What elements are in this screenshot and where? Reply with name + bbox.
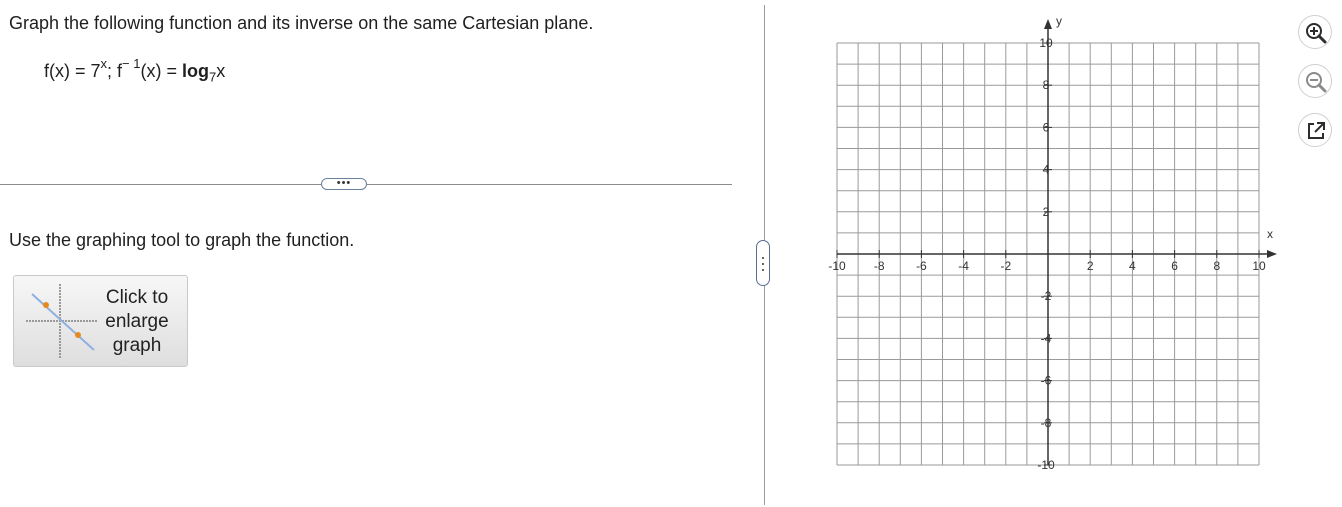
log-word: log bbox=[181, 61, 209, 81]
y-tick-label: -6 bbox=[1041, 374, 1052, 388]
y-tick-label: 2 bbox=[1043, 205, 1050, 219]
zoom-out-icon bbox=[1306, 72, 1327, 93]
zoom-out-button[interactable] bbox=[1298, 64, 1332, 98]
x-tick-label: -10 bbox=[828, 259, 846, 273]
inverse-lhs: (x) = bbox=[140, 61, 182, 81]
y-tick-label: -2 bbox=[1041, 289, 1052, 303]
log-argument: x bbox=[216, 61, 226, 81]
inverse-exponent: − 1 bbox=[122, 56, 141, 71]
x-tick-label: -4 bbox=[958, 259, 969, 273]
y-tick-label: 4 bbox=[1043, 163, 1050, 177]
f-exponent: x bbox=[100, 56, 108, 71]
splitter-handle[interactable] bbox=[756, 240, 770, 286]
x-tick-label: 10 bbox=[1252, 259, 1266, 273]
enlarge-graph-label: Click to enlarge graph bbox=[105, 287, 169, 356]
x-tick-label: -2 bbox=[1000, 259, 1011, 273]
x-tick-label: 6 bbox=[1171, 259, 1178, 273]
instruction-text: Use the graphing tool to graph the funct… bbox=[9, 230, 355, 250]
x-tick-label: 2 bbox=[1087, 259, 1094, 273]
x-axis-arrow bbox=[1267, 250, 1277, 258]
zoom-in-icon bbox=[1306, 23, 1327, 44]
x-tick-label: -6 bbox=[916, 259, 927, 273]
y-tick-label: 8 bbox=[1043, 78, 1050, 92]
more-button[interactable]: ••• bbox=[321, 178, 367, 190]
question-prompt: Graph the following function and its inv… bbox=[9, 13, 594, 33]
graph-thumbnail-icon bbox=[26, 284, 98, 358]
x-tick-label: 4 bbox=[1129, 259, 1136, 273]
cartesian-graph[interactable]: x y -10 -8 -6 -4 -2 2 4 6 8 10 10 8 6 4 2 -2 -4 -6 -8 -10 bbox=[815, 10, 1295, 480]
x-axis-label: x bbox=[1267, 227, 1273, 241]
y-tick-label: -10 bbox=[1037, 458, 1055, 472]
y-tick-label: -4 bbox=[1041, 331, 1052, 345]
f-definition: f(x) = 7 bbox=[44, 61, 101, 81]
zoom-in-button[interactable] bbox=[1298, 15, 1332, 49]
y-axis-arrow bbox=[1044, 19, 1052, 29]
function-formula: f(x) = 7x; f− 1(x) = log7x bbox=[44, 56, 226, 85]
x-tick-label: -8 bbox=[874, 259, 885, 273]
popout-button[interactable] bbox=[1298, 113, 1332, 147]
popout-icon bbox=[1308, 122, 1325, 139]
y-axis-label: y bbox=[1056, 14, 1062, 28]
y-tick-label: 10 bbox=[1039, 36, 1053, 50]
enlarge-graph-button[interactable]: Click to enlarge graph bbox=[13, 275, 188, 367]
y-tick-label: 6 bbox=[1043, 120, 1050, 134]
x-tick-label: 8 bbox=[1213, 259, 1220, 273]
y-tick-label: -8 bbox=[1041, 416, 1052, 430]
inverse-separator: ; f bbox=[107, 61, 123, 81]
